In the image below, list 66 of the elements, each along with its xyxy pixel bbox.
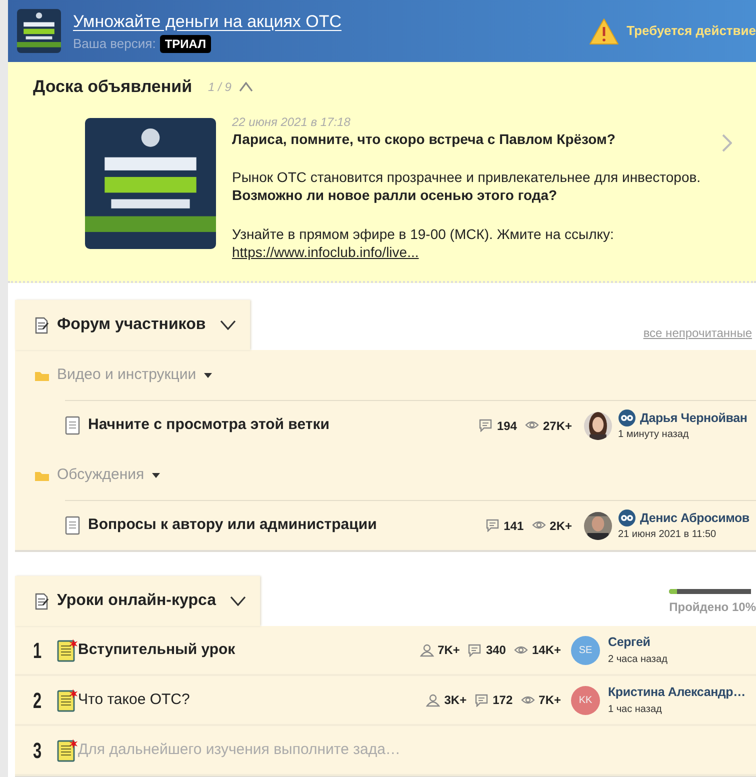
post-time: 2 часа назад bbox=[608, 652, 668, 667]
lesson-title: Для дальнейшего изучения выполните зада… bbox=[78, 740, 400, 760]
author-name[interactable]: Сергей bbox=[608, 633, 756, 652]
document-icon bbox=[65, 416, 80, 435]
lesson-title[interactable]: Что такое ОТС? bbox=[78, 688, 190, 712]
avatar-initials: SE bbox=[571, 636, 600, 664]
collapse-toggle[interactable] bbox=[239, 82, 254, 92]
post-paragraph: Рынок ОТС становится прозрачнее и привлекательнее для инвесторов. Возможно ли новое ралли осенью этого года? bbox=[232, 168, 702, 205]
comment-icon bbox=[474, 694, 489, 706]
lesson-number: 2 bbox=[33, 686, 43, 714]
lesson-number: 3 bbox=[33, 736, 43, 764]
comment-count: 141 bbox=[504, 518, 524, 534]
forum-title: Форум участников bbox=[57, 315, 206, 335]
trial-badge: ТРИАЛ bbox=[160, 34, 212, 53]
avatar-initials: KK bbox=[571, 686, 600, 714]
post-heading: Лариса, помните, что скоро встреча с Павлом Крёзом? bbox=[232, 130, 616, 148]
student-count: 3K+ bbox=[444, 692, 467, 709]
lesson-icon bbox=[57, 638, 78, 662]
eye-icon bbox=[520, 694, 535, 706]
post-paragraph: Узнайте в прямом эфире в 19-00 (МСК). Жмите на ссылку: https://www.infoclub.info/live... bbox=[232, 224, 615, 262]
caret-icon[interactable] bbox=[204, 372, 212, 378]
note-icon bbox=[33, 316, 49, 334]
warning-icon bbox=[588, 18, 619, 44]
post-date: 22 июня 2021 в 17:18 bbox=[232, 114, 352, 130]
eye-icon bbox=[514, 644, 528, 656]
person-icon bbox=[420, 644, 434, 656]
post-time: 21 июня 2021 в 11:50 bbox=[618, 528, 718, 542]
author-name[interactable]: Кристина Александр… bbox=[608, 683, 756, 702]
author-name[interactable]: Дарья Чернойван bbox=[640, 408, 748, 428]
person-icon bbox=[426, 694, 440, 706]
document-icon bbox=[65, 516, 80, 535]
lesson-icon bbox=[57, 688, 78, 712]
lessons-title: Уроки онлайн-курса bbox=[57, 591, 216, 611]
comment-count: 340 bbox=[486, 642, 506, 659]
author-name[interactable]: Денис Абросимов bbox=[640, 508, 750, 528]
owl-icon bbox=[618, 409, 636, 427]
lesson-number: 1 bbox=[33, 636, 43, 664]
comment-icon bbox=[486, 519, 500, 532]
lesson-title[interactable]: Вступительный урок bbox=[78, 638, 236, 662]
progress-label: Пройдено 10% bbox=[669, 599, 756, 616]
caret-icon[interactable] bbox=[152, 472, 160, 478]
view-count: 14K+ bbox=[532, 642, 561, 659]
version-label: Ваша версия: bbox=[73, 35, 156, 53]
view-count: 27K+ bbox=[542, 418, 572, 434]
comment-icon bbox=[468, 644, 482, 656]
course-title-link[interactable]: Умножайте деньги на акциях ОТС bbox=[73, 8, 342, 34]
topic-title[interactable]: Вопросы к автору или администрации bbox=[88, 514, 377, 537]
expand-toggle[interactable] bbox=[230, 596, 246, 606]
post-link[interactable]: https://www.infoclub.info/live... bbox=[232, 244, 419, 260]
note-icon bbox=[33, 592, 49, 610]
folder-icon bbox=[35, 470, 49, 480]
owl-icon bbox=[618, 509, 636, 527]
expand-toggle[interactable] bbox=[220, 320, 236, 330]
view-count: 7K+ bbox=[538, 692, 561, 709]
student-count: 7K+ bbox=[438, 642, 460, 659]
comment-count: 194 bbox=[496, 418, 517, 434]
board-title: Доска объявлений bbox=[33, 76, 192, 98]
comment-count: 172 bbox=[492, 692, 513, 709]
folder-icon bbox=[35, 370, 49, 380]
page-counter: 1 / 9 bbox=[208, 78, 232, 96]
topic-title[interactable]: Начните с просмотра этой ветки bbox=[88, 414, 330, 437]
post-time: 1 минуту назад bbox=[618, 428, 690, 442]
comment-icon bbox=[478, 419, 493, 432]
post-time: 1 час назад bbox=[608, 702, 663, 717]
lesson-icon bbox=[57, 738, 78, 762]
view-count: 2K+ bbox=[550, 518, 572, 534]
